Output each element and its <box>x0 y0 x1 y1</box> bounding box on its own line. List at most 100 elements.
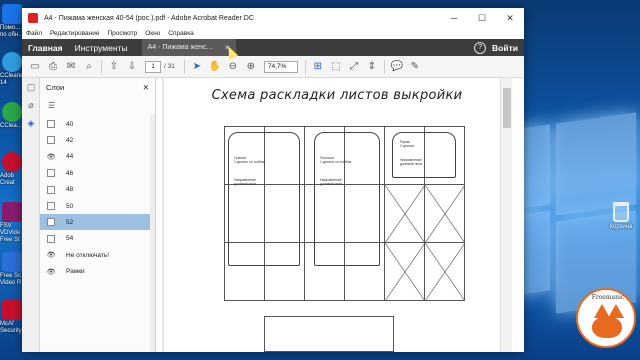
layers-panel-title: Слои <box>46 82 65 92</box>
fit-page-icon[interactable]: ⊞ <box>309 58 327 76</box>
full-screen-icon[interactable]: ⤢ <box>345 58 363 76</box>
email-icon[interactable]: ✉ <box>62 58 80 76</box>
layers-panel: Слои ✕ ☰ 40 42 👁 44 46 48 50 52 54 👁 Не отключать!… <box>40 78 156 352</box>
layer-row[interactable]: 46 <box>40 165 150 181</box>
layer-row[interactable]: 54 <box>40 231 150 247</box>
layer-row[interactable]: 👁 44 <box>40 149 150 165</box>
layers-options-button[interactable]: ☰ <box>40 96 155 114</box>
sheet-tile <box>384 184 425 243</box>
search-icon[interactable]: ⌕ <box>80 58 98 76</box>
layer-visibility-checkbox[interactable] <box>47 234 55 243</box>
layer-visibility-checkbox[interactable] <box>47 169 55 178</box>
zoom-in-icon[interactable]: ⊕ <box>242 58 260 76</box>
dvd-video-icon <box>2 202 22 222</box>
menu-file[interactable]: Файл <box>26 30 42 37</box>
maximize-button[interactable]: ☐ <box>468 8 496 28</box>
menu-edit[interactable]: Редактирование <box>50 30 100 37</box>
tab-document[interactable]: A4 - Пижама женс... × <box>141 39 236 56</box>
layer-name: 42 <box>66 136 74 144</box>
layer-row[interactable]: 52 <box>40 214 150 231</box>
acrobat-app-icon <box>28 13 38 23</box>
close-button[interactable]: ✕ <box>496 8 524 28</box>
print-icon[interactable]: ⎙ <box>44 58 62 76</box>
sign-pen-icon[interactable]: ✎ <box>406 58 424 76</box>
pattern-note: Полочка 1 деталь со сгибом <box>320 156 352 164</box>
menu-view[interactable]: Просмотр <box>108 30 138 37</box>
page-total: / 31 <box>164 63 175 70</box>
layer-row[interactable]: 👁 Рамки <box>40 264 150 280</box>
scrollbar-thumb[interactable] <box>503 88 511 128</box>
layer-name: 54 <box>66 235 74 243</box>
layer-name: 48 <box>66 186 74 194</box>
layer-row[interactable]: 48 <box>40 182 150 198</box>
layer-visibility-checkbox[interactable] <box>47 202 55 210</box>
options-menu-icon: ☰ <box>48 100 56 110</box>
pattern-note: Направление долевой нити <box>400 158 423 166</box>
ccleaner-green-icon <box>2 102 22 122</box>
sleeve-pattern-piece <box>392 132 456 178</box>
layer-row[interactable]: 👁 Не отключать! <box>40 247 150 263</box>
ccleaner-icon <box>2 52 22 72</box>
layer-visibility-checkbox[interactable] <box>47 185 55 194</box>
navigation-rail: ▢ ⌀ ◈ <box>22 78 40 352</box>
save-icon[interactable]: ▭ <box>26 58 44 76</box>
fit-width-icon[interactable]: ⬚ <box>327 58 345 76</box>
tab-home[interactable]: Главная <box>22 39 69 56</box>
vertical-scrollbar[interactable] <box>500 78 512 352</box>
recycle-bin[interactable]: Корзина <box>604 198 638 238</box>
zoom-level-select[interactable]: 74,7% <box>263 60 298 73</box>
hand-tool-icon[interactable]: ✋ <box>206 58 224 76</box>
layer-name: 52 <box>66 218 74 226</box>
menu-bar: Файл Редактирование Просмотр Окно Справк… <box>22 28 524 39</box>
page-number-input[interactable]: 1 <box>145 60 161 73</box>
main-content: ▢ ⌀ ◈ Слои ✕ ☰ 40 42 👁 44 46 48 50 52 54 👁 Не откл… <box>22 78 524 352</box>
document-viewer: Схема раскладки листов выкройки Спинка 1… <box>162 78 512 352</box>
pattern-note: Рукав 2 детали <box>400 140 415 148</box>
window-title: A4 - Пижама женская 40-54 (рос.).pdf - A… <box>44 14 254 22</box>
layer-row[interactable]: 50 <box>40 198 150 214</box>
layer-name: 44 <box>66 153 74 161</box>
tab-bar: Главная Инструменты A4 - Пижама женс... … <box>22 39 524 56</box>
scroll-mode-icon[interactable]: ⇕ <box>363 58 381 76</box>
layer-name: 46 <box>66 169 74 177</box>
layer-row[interactable]: 42 <box>40 132 150 148</box>
menu-help[interactable]: Справка <box>168 30 194 37</box>
page-thumbnails-icon[interactable]: ▢ <box>22 78 40 96</box>
layer-visibility-checkbox[interactable] <box>47 136 55 145</box>
layer-visible-eye-icon[interactable]: 👁 <box>47 251 56 259</box>
main-toolbar: ▭ ⎙ ✉ ⌕ ⇧ ⇩ 1 / 31 ➤ ✋ ⊖ ⊕ 74,7% ⊞ ⬚ ⤢ ⇕… <box>22 56 524 78</box>
tab-tools[interactable]: Инструменты <box>69 39 134 56</box>
layer-name: 50 <box>66 202 74 210</box>
layer-name: 40 <box>66 120 74 128</box>
layer-visibility-checkbox[interactable] <box>47 120 55 128</box>
previous-page-icon[interactable]: ⇧ <box>105 58 123 76</box>
sheet-tile <box>384 242 425 301</box>
screen-recorder-icon <box>2 252 22 272</box>
layers-scrollbar[interactable] <box>150 114 155 352</box>
tab-document-label: A4 - Пижама женс... <box>147 44 213 51</box>
sign-in-button[interactable]: Войти <box>492 43 518 53</box>
zoom-out-icon[interactable]: ⊖ <box>224 58 242 76</box>
next-page-preview <box>264 316 394 352</box>
adobe-creative-icon <box>2 152 22 172</box>
layer-name: Рамки <box>66 268 85 276</box>
select-tool-icon[interactable]: ➤ <box>188 58 206 76</box>
minimize-button[interactable]: ─ <box>440 8 468 28</box>
pattern-note: Спинка 1 деталь со сгибом <box>234 156 266 164</box>
front-pattern-piece <box>314 132 380 266</box>
layers-icon[interactable]: ◈ <box>22 114 40 132</box>
pattern-note: Направление долевой нити <box>320 178 343 186</box>
layer-visible-eye-icon[interactable]: 👁 <box>47 153 56 161</box>
next-page-icon[interactable]: ⇩ <box>123 58 141 76</box>
sheet-tile <box>424 184 465 243</box>
close-panel-icon[interactable]: ✕ <box>143 83 149 92</box>
attachments-icon[interactable]: ⌀ <box>22 96 40 114</box>
acrobat-window: A4 - Пижама женская 40-54 (рос.).pdf - A… <box>22 8 524 352</box>
layer-row[interactable]: 40 <box>40 116 150 132</box>
pattern-note: Направление долевой нити <box>234 178 257 186</box>
comment-icon[interactable]: 💬 <box>388 58 406 76</box>
layer-visible-eye-icon[interactable]: 👁 <box>47 268 56 276</box>
help-icon[interactable]: ? <box>474 41 487 54</box>
layer-visibility-checkbox[interactable] <box>47 218 55 227</box>
menu-window[interactable]: Окно <box>145 30 160 37</box>
